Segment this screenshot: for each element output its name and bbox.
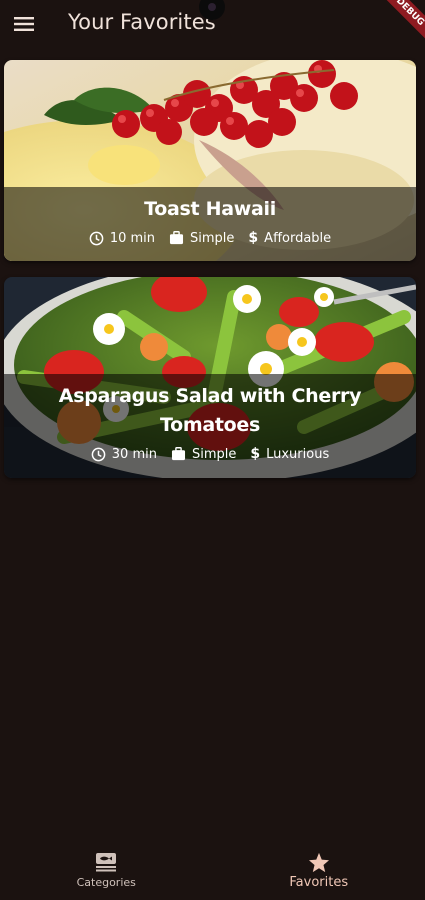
- menu-icon: [14, 17, 34, 31]
- camera-cutout: [199, 0, 225, 20]
- complexity-label: Simple: [191, 446, 237, 462]
- work-icon: [171, 447, 186, 461]
- star-icon: [308, 852, 329, 873]
- favorites-list: Toast Hawaii 10 min Simple $ Affordable …: [4, 60, 416, 494]
- duration-label: 30 min: [111, 446, 157, 462]
- dollar-icon: $: [250, 446, 261, 462]
- affordability-label: Affordable: [264, 230, 332, 246]
- duration-info: 10 min: [89, 231, 155, 246]
- affordability-info: $ Luxurious: [250, 446, 329, 462]
- complexity-info: Simple: [169, 231, 234, 246]
- app-bar: Your Favorites: [0, 0, 425, 48]
- nav-item-favorites[interactable]: Favorites: [213, 842, 425, 900]
- meal-title: Asparagus Salad with Cherry Tomatoes: [58, 385, 362, 436]
- meal-card[interactable]: Toast Hawaii 10 min Simple $ Affordable: [4, 60, 416, 261]
- complexity-info: Simple: [171, 447, 236, 462]
- meal-meta: 30 min Simple $ Luxurious: [91, 446, 329, 462]
- clock-icon: [91, 447, 106, 461]
- menu-button[interactable]: [10, 10, 38, 38]
- meal-meta: 10 min Simple $ Affordable: [89, 230, 331, 246]
- work-icon: [169, 231, 184, 245]
- duration-info: 30 min: [91, 447, 157, 462]
- affordability-info: $ Affordable: [248, 230, 331, 246]
- meal-caption: Asparagus Salad with Cherry Tomatoes 30 …: [4, 374, 416, 478]
- clock-icon: [89, 231, 104, 245]
- affordability-label: Luxurious: [266, 446, 330, 462]
- duration-label: 10 min: [109, 230, 156, 246]
- meal-card[interactable]: Asparagus Salad with Cherry Tomatoes 30 …: [4, 277, 416, 478]
- set-meal-icon: [96, 853, 117, 872]
- meal-caption: Toast Hawaii 10 min Simple $ Affordable: [4, 187, 416, 261]
- nav-item-categories[interactable]: Categories: [0, 842, 213, 900]
- complexity-label: Simple: [190, 230, 235, 246]
- bottom-navigation: Categories Favorites: [0, 842, 425, 900]
- page-title: Your Favorites: [68, 10, 216, 34]
- nav-label-favorites: Favorites: [289, 875, 349, 890]
- meal-title: Toast Hawaii: [144, 198, 276, 220]
- nav-label-categories: Categories: [76, 876, 136, 889]
- dollar-icon: $: [248, 230, 259, 246]
